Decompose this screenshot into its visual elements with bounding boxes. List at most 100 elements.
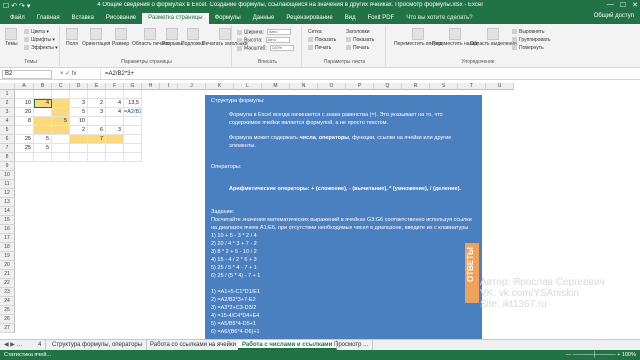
cell-A4[interactable]: 8 bbox=[15, 117, 34, 126]
cell-E3[interactable]: 3 bbox=[88, 108, 106, 117]
cell-C5[interactable] bbox=[52, 126, 70, 135]
cell-G2[interactable]: 13,5 bbox=[124, 99, 142, 108]
row-header-2[interactable]: 2 bbox=[0, 99, 15, 108]
cell-F5[interactable]: 3 bbox=[106, 126, 124, 135]
maximize-button[interactable]: ☐ bbox=[620, 1, 626, 9]
cell-E5[interactable]: 6 bbox=[88, 126, 106, 135]
column-header-E[interactable]: E bbox=[88, 83, 106, 90]
effects-button[interactable]: Эффекты ▾ bbox=[24, 45, 58, 51]
cell-G6[interactable] bbox=[124, 135, 142, 144]
tab-view[interactable]: Вид bbox=[339, 13, 362, 24]
cell-G4[interactable] bbox=[124, 117, 142, 126]
cell-A2[interactable]: 10 bbox=[15, 99, 34, 108]
cell-D1[interactable] bbox=[70, 90, 88, 99]
tell-me-search[interactable]: Что вы хотите сделать? bbox=[400, 13, 478, 24]
column-header-T[interactable]: T bbox=[458, 83, 486, 90]
tab-draw[interactable]: Рисование bbox=[100, 13, 142, 24]
column-header-M[interactable]: M bbox=[262, 83, 290, 90]
cell-B5[interactable] bbox=[34, 126, 52, 135]
background-button[interactable]: Подложка bbox=[181, 28, 204, 47]
align-button[interactable]: Выровнять bbox=[512, 29, 545, 35]
column-header-F[interactable]: F bbox=[106, 83, 124, 90]
sheet-tab-references[interactable]: Работа со ссылками на ячейки bbox=[146, 340, 241, 350]
cell-B2[interactable]: 4 bbox=[34, 99, 52, 108]
row-header-4[interactable]: 4 bbox=[0, 117, 15, 126]
zoom-slider[interactable]: — ─────┼───── + 100% bbox=[566, 350, 636, 360]
column-header-J[interactable]: J bbox=[178, 83, 206, 90]
breaks-button[interactable]: Разрывы bbox=[162, 28, 183, 47]
themes-button[interactable]: Темы bbox=[5, 28, 18, 47]
column-header-R[interactable]: R bbox=[402, 83, 430, 90]
sheet-tab-view[interactable]: Просмотр ... bbox=[330, 340, 374, 350]
cell-E2[interactable]: 2 bbox=[88, 99, 106, 108]
cell-C4[interactable]: 5 bbox=[52, 117, 70, 126]
rotate-button[interactable]: Повернуть bbox=[512, 45, 544, 51]
cell-G1[interactable] bbox=[124, 90, 142, 99]
column-header-P[interactable]: P bbox=[346, 83, 374, 90]
row-header-6[interactable]: 6 bbox=[0, 135, 15, 144]
cell-B8[interactable] bbox=[34, 153, 52, 162]
row-header-11[interactable]: 11 bbox=[0, 180, 15, 189]
cell-E1[interactable] bbox=[88, 90, 106, 99]
column-header-C[interactable]: C bbox=[52, 83, 70, 90]
name-box[interactable]: B2 bbox=[2, 70, 52, 79]
column-header-G[interactable]: G bbox=[124, 83, 142, 90]
cell-F8[interactable] bbox=[106, 153, 124, 162]
row-header-24[interactable]: 24 bbox=[0, 297, 15, 306]
cell-D5[interactable]: 2 bbox=[70, 126, 88, 135]
column-header-K[interactable]: K bbox=[206, 83, 234, 90]
row-header-18[interactable]: 18 bbox=[0, 243, 15, 252]
cell-C7[interactable] bbox=[52, 144, 70, 153]
colors-button[interactable]: Цвета ▾ bbox=[24, 29, 49, 35]
row-header-7[interactable]: 7 bbox=[0, 144, 15, 153]
cell-F6[interactable] bbox=[106, 135, 124, 144]
cell-F3[interactable]: 4 bbox=[106, 108, 124, 117]
cell-D6[interactable] bbox=[70, 135, 88, 144]
cell-E7[interactable] bbox=[88, 144, 106, 153]
row-header-22[interactable]: 22 bbox=[0, 279, 15, 288]
row-header-19[interactable]: 19 bbox=[0, 252, 15, 261]
tab-insert[interactable]: Вставка bbox=[66, 13, 100, 24]
cell-G8[interactable] bbox=[124, 153, 142, 162]
cell-A5[interactable] bbox=[15, 126, 34, 135]
row-header-23[interactable]: 23 bbox=[0, 288, 15, 297]
share-button[interactable]: Общий доступ bbox=[594, 13, 634, 19]
cell-G5[interactable] bbox=[124, 126, 142, 135]
fonts-button[interactable]: Шрифты ▾ bbox=[24, 37, 55, 43]
cell-D3[interactable]: 5 bbox=[70, 108, 88, 117]
cell-B3[interactable] bbox=[34, 108, 52, 117]
minimize-button[interactable]: — bbox=[607, 1, 614, 9]
cell-B6[interactable]: 5 bbox=[34, 135, 52, 144]
gridlines-view-checkbox[interactable]: Показать bbox=[308, 37, 336, 43]
row-header-27[interactable]: 27 bbox=[0, 324, 15, 333]
cell-A1[interactable] bbox=[15, 90, 34, 99]
cell-B1[interactable] bbox=[34, 90, 52, 99]
selection-pane-button[interactable]: Область выделения bbox=[470, 28, 517, 47]
column-header-N[interactable]: N bbox=[290, 83, 318, 90]
orientation-button[interactable]: Ориентация bbox=[82, 28, 110, 47]
row-header-20[interactable]: 20 bbox=[0, 261, 15, 270]
cell-E8[interactable] bbox=[88, 153, 106, 162]
headings-view-checkbox[interactable]: Показать bbox=[346, 37, 374, 43]
row-header-9[interactable]: 9 bbox=[0, 162, 15, 171]
sheet-tab-4[interactable]: 4 bbox=[34, 340, 47, 350]
margins-button[interactable]: Поля bbox=[66, 28, 78, 47]
row-header-14[interactable]: 14 bbox=[0, 207, 15, 216]
cell-C2[interactable] bbox=[52, 99, 70, 108]
tab-file[interactable]: Файл bbox=[4, 13, 31, 24]
column-header-L[interactable]: L bbox=[234, 83, 262, 90]
cell-C3[interactable] bbox=[52, 108, 70, 117]
height-dropdown[interactable]: Авто bbox=[265, 37, 290, 43]
formula-input[interactable]: =A2/B2*3+ bbox=[100, 70, 636, 79]
cell-C1[interactable] bbox=[52, 90, 70, 99]
cell-A6[interactable]: 25 bbox=[15, 135, 34, 144]
column-header-H[interactable]: H bbox=[142, 83, 160, 90]
headings-print-checkbox[interactable]: Печать bbox=[346, 45, 369, 51]
column-header-B[interactable]: B bbox=[34, 83, 52, 90]
tab-foxit-pdf[interactable]: Foxit PDF bbox=[362, 13, 401, 24]
column-header-O[interactable]: O bbox=[318, 83, 346, 90]
cell-F7[interactable] bbox=[106, 144, 124, 153]
sheet-tab-structure[interactable]: Структура формулы, операторы bbox=[48, 340, 148, 350]
cell-E6[interactable]: 7 bbox=[88, 135, 106, 144]
row-header-13[interactable]: 13 bbox=[0, 198, 15, 207]
